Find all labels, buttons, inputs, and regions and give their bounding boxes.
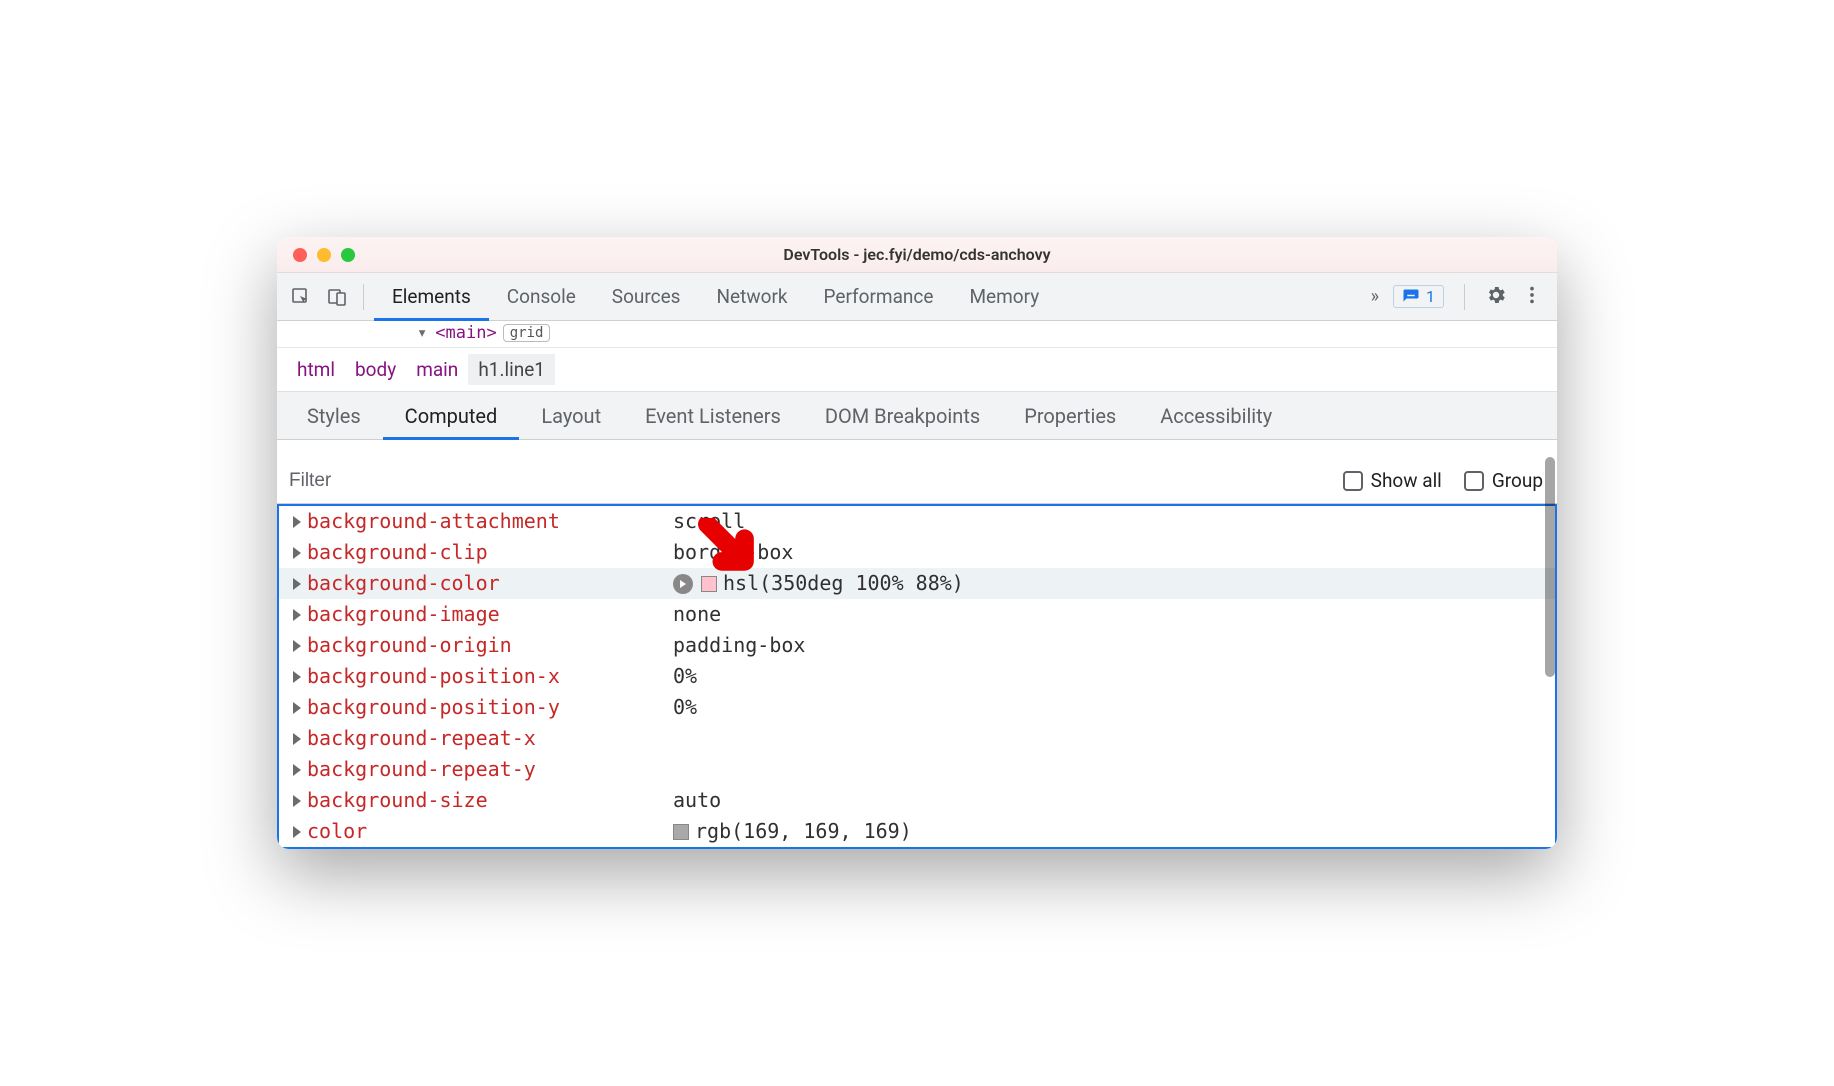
property-name: color: [307, 816, 367, 847]
device-toggle-icon[interactable]: [321, 281, 353, 313]
property-value-text: rgb(169, 169, 169): [695, 816, 912, 847]
expand-caret-icon[interactable]: [293, 795, 301, 807]
property-name: background-attachment: [307, 506, 560, 537]
crumb-body[interactable]: body: [345, 354, 406, 385]
tab-layout[interactable]: Layout: [519, 392, 623, 439]
tab-console[interactable]: Console: [489, 273, 594, 320]
expand-caret-icon[interactable]: [293, 826, 301, 838]
tab-memory[interactable]: Memory: [951, 273, 1057, 320]
filter-input[interactable]: [277, 470, 1321, 492]
property-row[interactable]: background-position-x 0%: [279, 661, 1555, 692]
crumb-html[interactable]: html: [287, 354, 345, 385]
property-name: background-origin: [307, 630, 512, 661]
devtools-window: DevTools - jec.fyi/demo/cds-anchovy Elem…: [277, 237, 1557, 849]
expand-caret-icon[interactable]: [293, 609, 301, 621]
checkbox-icon: [1464, 471, 1484, 491]
expand-caret-icon[interactable]: [293, 578, 301, 590]
property-row[interactable]: background-repeat-x: [279, 723, 1555, 754]
expand-caret-icon[interactable]: [293, 547, 301, 559]
property-row[interactable]: color rgb(169, 169, 169): [279, 816, 1555, 847]
expand-caret-icon[interactable]: [293, 640, 301, 652]
tab-dom-breakpoints[interactable]: DOM Breakpoints: [803, 392, 1002, 439]
filter-row: Show all Group: [277, 458, 1557, 504]
expand-caret-icon[interactable]: [293, 702, 301, 714]
property-name: background-position-x: [307, 661, 560, 692]
property-row[interactable]: background-attachmentscroll: [279, 506, 1555, 537]
titlebar: DevTools - jec.fyi/demo/cds-anchovy: [277, 237, 1557, 273]
property-name: background-color: [307, 568, 500, 599]
scrollbar-thumb[interactable]: [1545, 457, 1555, 677]
window-title: DevTools - jec.fyi/demo/cds-anchovy: [277, 245, 1557, 264]
tab-event-listeners[interactable]: Event Listeners: [623, 392, 803, 439]
kebab-icon[interactable]: [1521, 284, 1543, 310]
property-row[interactable]: background-size auto: [279, 785, 1555, 816]
property-row[interactable]: background-position-y 0%: [279, 692, 1555, 723]
divider: [1464, 284, 1465, 310]
navigate-icon[interactable]: [673, 574, 693, 594]
property-value[interactable]: 0%: [673, 661, 697, 692]
tab-performance[interactable]: Performance: [806, 273, 952, 320]
property-value-text: auto: [673, 785, 721, 816]
tab-network[interactable]: Network: [698, 273, 805, 320]
tab-styles[interactable]: Styles: [285, 392, 383, 439]
property-name: background-repeat-y: [307, 754, 536, 785]
property-value[interactable]: padding-box: [673, 630, 805, 661]
property-value[interactable]: none: [673, 599, 721, 630]
issues-count: 1: [1426, 287, 1435, 306]
show-all-label: Show all: [1371, 469, 1442, 492]
tab-sources[interactable]: Sources: [594, 273, 699, 320]
tab-accessibility[interactable]: Accessibility: [1138, 392, 1294, 439]
checkbox-icon: [1343, 471, 1363, 491]
main-toolbar: Elements Console Sources Network Perform…: [277, 273, 1557, 321]
property-row[interactable]: background-repeat-y: [279, 754, 1555, 785]
divider: [363, 284, 364, 310]
property-value-text: padding-box: [673, 630, 805, 661]
dom-tag: <main>: [435, 323, 496, 343]
property-value-text: none: [673, 599, 721, 630]
crumb-h1[interactable]: h1.line1: [468, 354, 555, 385]
expand-caret-icon[interactable]: [293, 516, 301, 528]
tab-elements[interactable]: Elements: [374, 273, 489, 320]
property-row[interactable]: background-image none: [279, 599, 1555, 630]
property-name: background-repeat-x: [307, 723, 536, 754]
expand-caret-icon[interactable]: [293, 733, 301, 745]
inspect-icon[interactable]: [285, 281, 317, 313]
breadcrumbs: html body main h1.line1: [277, 348, 1557, 392]
property-value[interactable]: 0%: [673, 692, 697, 723]
property-value-text: hsl(350deg 100% 88%): [723, 568, 964, 599]
property-name: background-clip: [307, 537, 488, 568]
color-swatch-icon[interactable]: [673, 824, 689, 840]
property-name: background-image: [307, 599, 500, 630]
caret-down-icon: ▾: [417, 323, 427, 343]
annotation-arrow-icon: [697, 518, 759, 584]
property-row[interactable]: background-clipborder-box: [279, 537, 1555, 568]
property-value[interactable]: auto: [673, 785, 721, 816]
property-row[interactable]: background-color hsl(350deg 100% 88%): [279, 568, 1555, 599]
expand-caret-icon[interactable]: [293, 671, 301, 683]
property-row[interactable]: background-origin padding-box: [279, 630, 1555, 661]
property-name: background-size: [307, 785, 488, 816]
gear-icon[interactable]: [1485, 284, 1507, 310]
property-value[interactable]: rgb(169, 169, 169): [673, 816, 912, 847]
tab-properties[interactable]: Properties: [1002, 392, 1138, 439]
spacer: [277, 440, 1557, 458]
group-checkbox[interactable]: Group: [1464, 469, 1543, 492]
property-value-text: 0%: [673, 692, 697, 723]
property-name: background-position-y: [307, 692, 560, 723]
group-label: Group: [1492, 469, 1543, 492]
computed-properties-list[interactable]: background-attachmentscrollbackground-cl…: [277, 504, 1557, 849]
panel-tabs: Elements Console Sources Network Perform…: [374, 273, 1367, 320]
show-all-checkbox[interactable]: Show all: [1343, 469, 1442, 492]
crumb-main[interactable]: main: [406, 354, 468, 385]
sidebar-tabs: Styles Computed Layout Event Listeners D…: [277, 392, 1557, 440]
tab-computed[interactable]: Computed: [383, 392, 520, 439]
issues-badge[interactable]: 1: [1393, 285, 1444, 308]
property-value-text: 0%: [673, 661, 697, 692]
dom-tree-line[interactable]: ▾ <main> grid: [277, 321, 1557, 348]
grid-badge[interactable]: grid: [503, 324, 551, 342]
expand-caret-icon[interactable]: [293, 764, 301, 776]
toolbar-right: » 1: [1371, 284, 1549, 310]
more-tabs-icon[interactable]: »: [1371, 286, 1379, 307]
